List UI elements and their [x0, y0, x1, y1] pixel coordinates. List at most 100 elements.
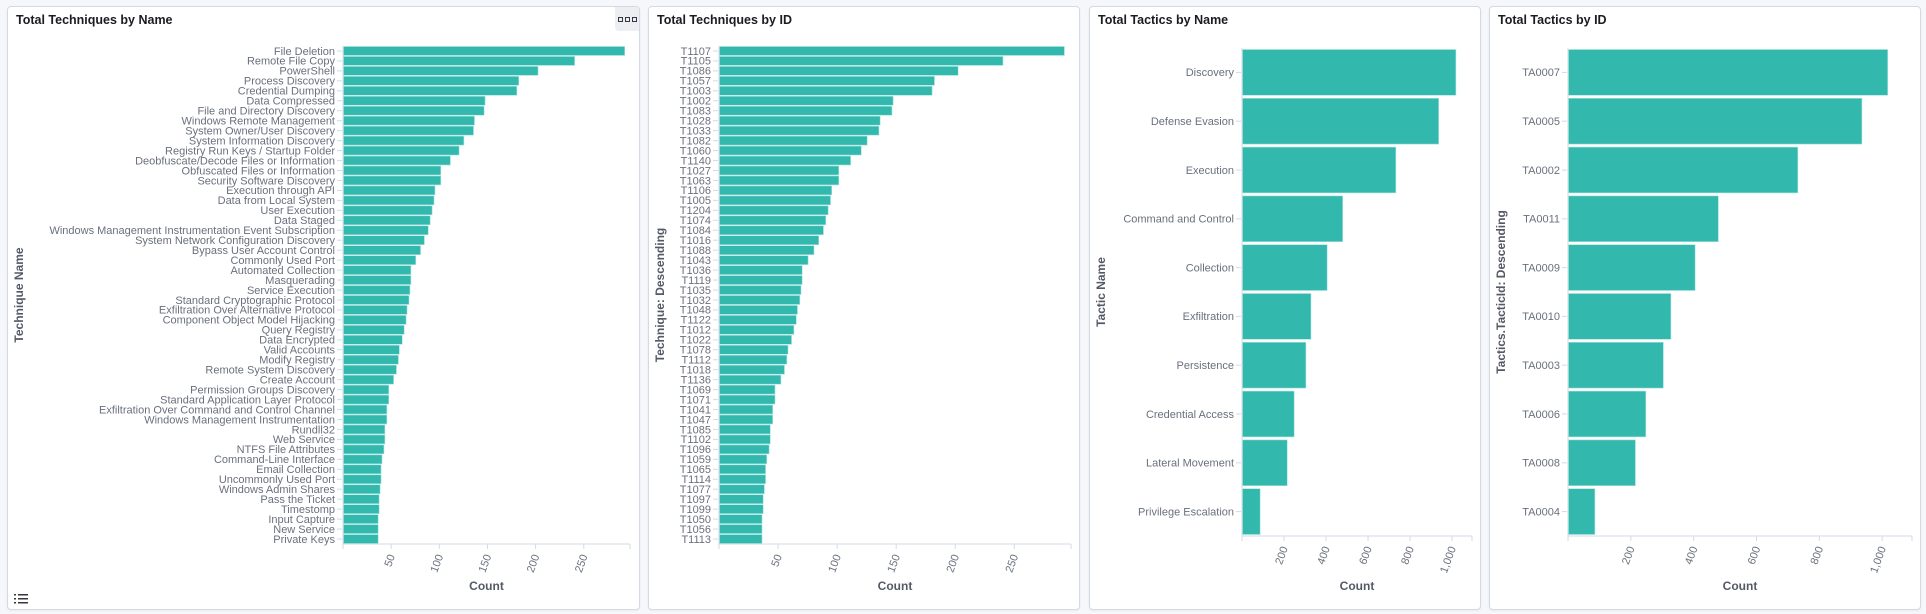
bar	[719, 125, 880, 136]
bar	[343, 305, 408, 315]
bar	[343, 325, 405, 335]
bar	[343, 374, 394, 385]
bar	[1242, 146, 1397, 194]
bar	[343, 135, 465, 146]
bar	[343, 275, 412, 285]
bar	[343, 344, 400, 355]
x-tick-label: 200	[525, 553, 543, 574]
bar	[719, 76, 935, 86]
bar	[343, 265, 412, 275]
bar	[719, 295, 801, 305]
x-axis-title: Count	[1340, 579, 1375, 593]
bar	[719, 424, 771, 435]
bar	[719, 444, 770, 455]
panel-tactics-by-name: Total Tactics by Name Discovery Defense E…	[1089, 6, 1481, 610]
bar	[719, 96, 894, 106]
bar	[1568, 146, 1799, 194]
bar	[1242, 341, 1307, 389]
bar	[343, 185, 436, 196]
bar	[343, 504, 380, 514]
bar	[343, 46, 626, 56]
x-tick-label: 250	[573, 553, 591, 574]
x-tick-label: 150	[885, 553, 903, 574]
bar	[719, 524, 763, 534]
bar	[719, 434, 771, 445]
y-tick-label: TA0008	[1522, 458, 1560, 470]
bar	[343, 285, 411, 295]
y-tick-label: Persistence	[1177, 360, 1234, 372]
bar	[343, 56, 575, 66]
y-axis-title: Tactics.TacticId: Descending	[1494, 210, 1508, 374]
y-tick-label: Collection	[1186, 262, 1234, 274]
bar	[343, 76, 520, 86]
x-tick-label: 400	[1683, 545, 1701, 566]
bar	[343, 394, 390, 405]
bar	[1568, 341, 1664, 389]
bar	[719, 175, 840, 186]
y-tick-label: Privilege Escalation	[1138, 506, 1234, 518]
bar	[343, 484, 381, 494]
bar	[719, 155, 851, 166]
x-tick-label: 600	[1746, 545, 1764, 566]
bar	[1242, 390, 1295, 438]
bar	[343, 235, 425, 246]
bar	[719, 464, 766, 475]
bar	[719, 335, 792, 345]
bar	[1568, 488, 1596, 535]
x-axis-title: Count	[878, 579, 913, 593]
bar	[343, 195, 435, 206]
bar	[719, 215, 827, 226]
y-tick-label: Defense Evasion	[1151, 116, 1234, 128]
bar	[719, 165, 840, 176]
bar	[719, 285, 802, 295]
bar	[343, 444, 385, 455]
y-tick-label: Command and Control	[1123, 214, 1234, 226]
bar	[1568, 293, 1672, 340]
x-tick-label: 100	[429, 553, 447, 574]
bar	[719, 135, 868, 146]
bar	[719, 66, 959, 76]
x-tick-label: 100	[826, 553, 844, 574]
bar	[343, 96, 486, 106]
bar	[1568, 439, 1636, 486]
bar	[343, 364, 397, 375]
bar	[343, 514, 379, 524]
bar	[1242, 439, 1288, 486]
y-tick-label: TA0009	[1522, 262, 1560, 274]
bar	[719, 474, 766, 485]
bar	[719, 394, 776, 405]
x-tick-label: 200	[1273, 545, 1291, 566]
bar	[1568, 49, 1888, 96]
bar	[343, 225, 429, 236]
bar	[343, 155, 451, 166]
techniques-by-name-chart: File DeletionRemote File CopyPowerShellP…	[12, 46, 631, 593]
y-tick-label: TA0002	[1522, 165, 1560, 177]
bar	[1568, 244, 1696, 291]
tactics-by-name-chart: Discovery Defense Evasion Execution Command…	[1094, 48, 1473, 593]
bar	[719, 115, 881, 126]
bar	[1568, 390, 1647, 438]
bar	[343, 165, 442, 176]
bar	[343, 175, 442, 186]
y-tick-label: TA0003	[1522, 360, 1560, 372]
bar	[343, 115, 475, 126]
bar	[719, 514, 763, 524]
bar	[343, 335, 403, 345]
y-tick-label: Discovery	[1186, 67, 1235, 79]
bar	[343, 434, 386, 445]
y-tick-label: TA0010	[1522, 311, 1560, 323]
bar	[343, 534, 379, 544]
bar	[719, 414, 773, 425]
bar	[343, 66, 539, 76]
bar	[343, 474, 382, 485]
x-tick-label: 200	[1620, 545, 1638, 566]
y-tick-label: TA0005	[1522, 116, 1560, 128]
y-axis-title: Tactic Name	[1094, 257, 1108, 327]
bar	[719, 484, 765, 494]
list-icon[interactable]	[14, 593, 28, 605]
x-tick-label: 800	[1399, 545, 1417, 566]
bar	[719, 315, 797, 325]
y-tick-label: Execution	[1186, 165, 1234, 177]
bar	[343, 404, 388, 415]
bar	[1242, 244, 1328, 291]
